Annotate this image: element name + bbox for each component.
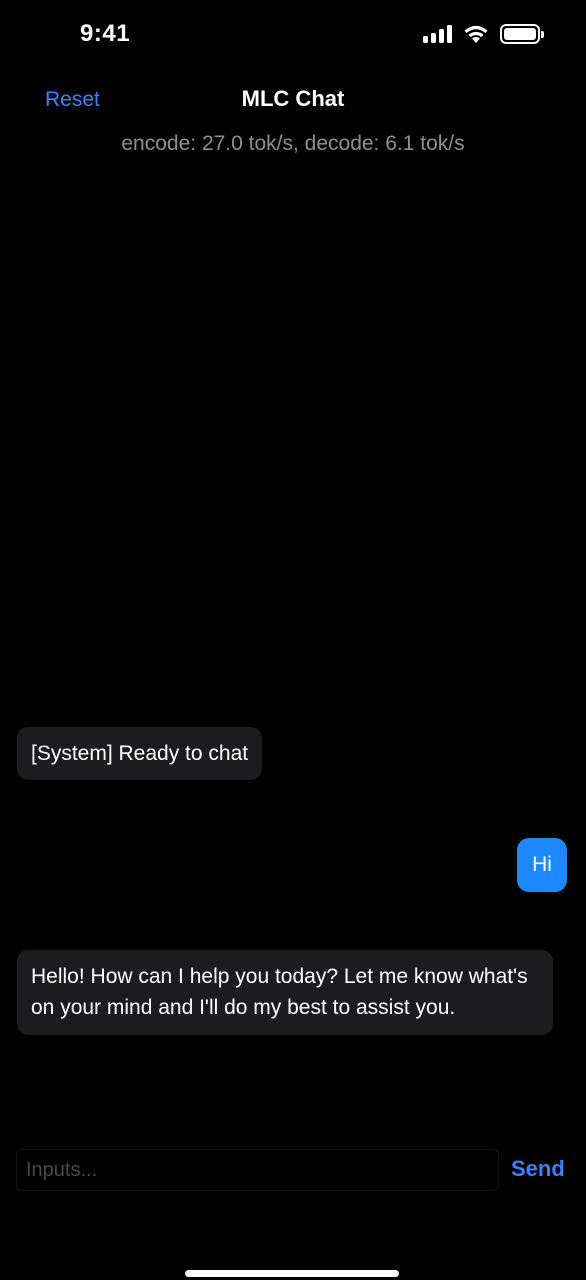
send-button[interactable]: Send xyxy=(511,1156,565,1182)
battery-icon xyxy=(500,24,544,44)
speed-stats: encode: 27.0 tok/s, decode: 6.1 tok/s xyxy=(121,132,465,155)
system-message: [System] Ready to chat xyxy=(17,727,263,780)
chat-screen: 9:41 Reset MLC Chat encode: 27.0 tok/s, … xyxy=(0,0,586,1280)
cellular-signal-icon xyxy=(423,25,452,43)
wifi-icon xyxy=(464,25,488,43)
page-title: MLC Chat xyxy=(241,86,345,111)
assistant-message: Hello! How can I help you today? Let me … xyxy=(17,950,553,1035)
status-icons xyxy=(423,24,544,44)
user-message: Hi xyxy=(517,838,567,892)
status-time: 9:41 xyxy=(80,20,131,47)
message-input[interactable] xyxy=(16,1149,499,1191)
status-bar: 9:41 xyxy=(0,0,586,70)
home-indicator[interactable] xyxy=(185,1270,399,1277)
